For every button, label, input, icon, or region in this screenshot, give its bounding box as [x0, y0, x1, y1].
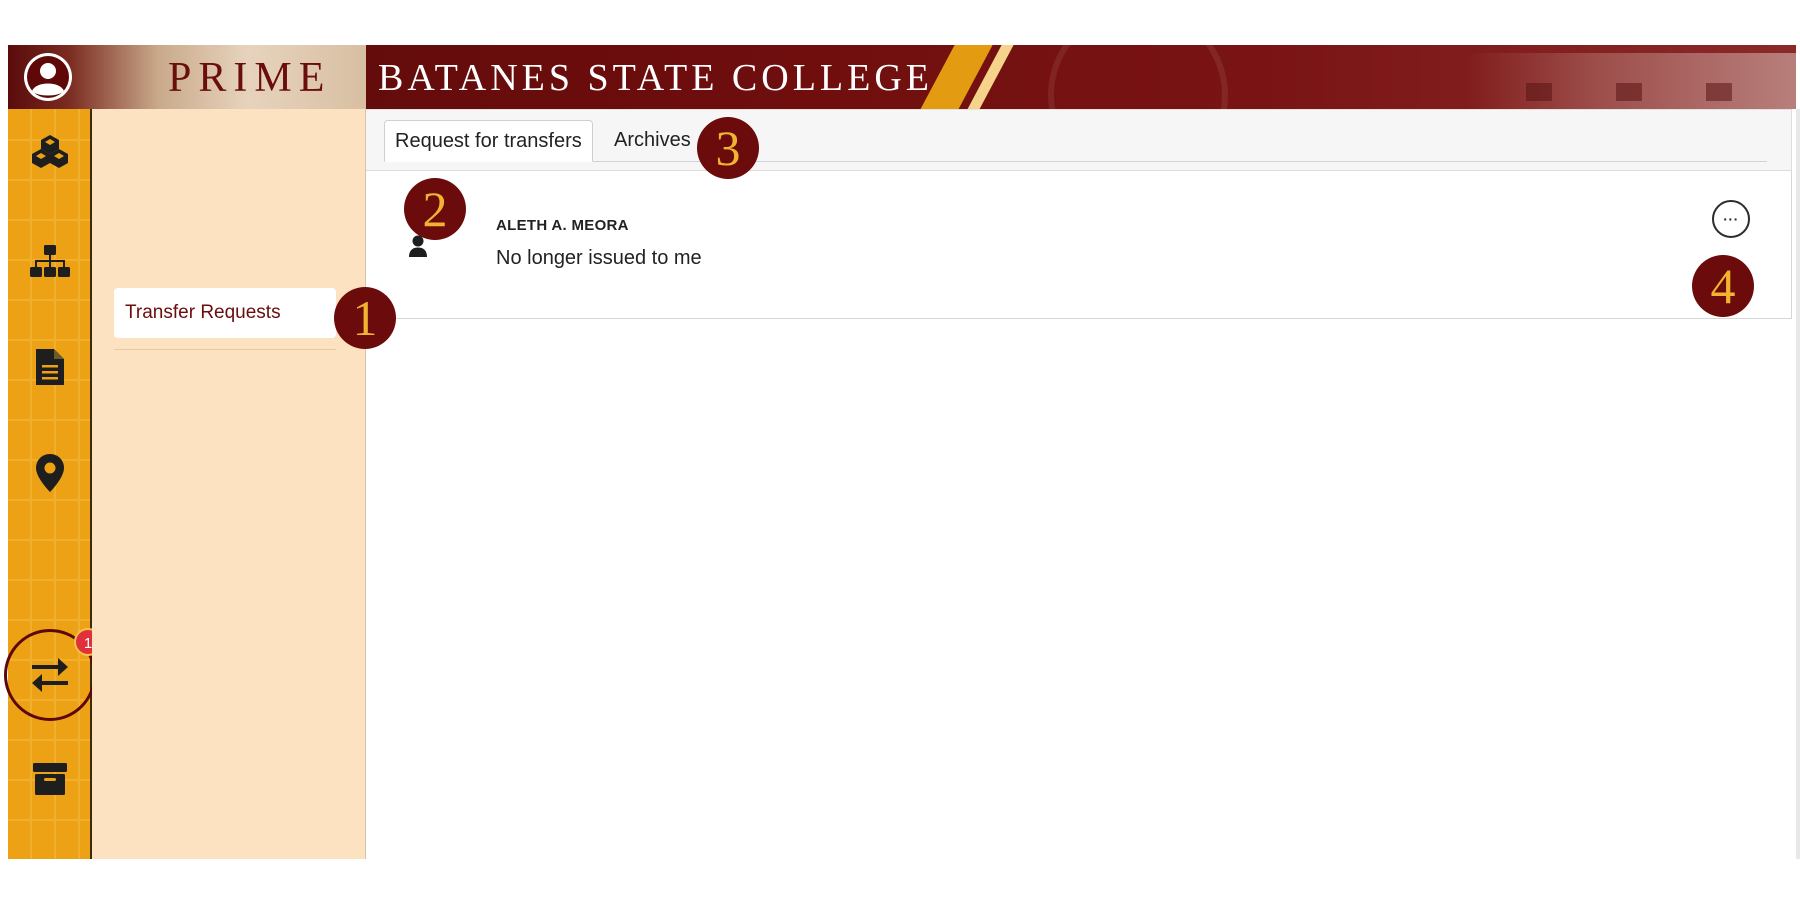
- callout-marker-1: 1: [334, 287, 396, 349]
- callout-marker-4: 4: [1692, 255, 1754, 317]
- school-title: BATANES STATE COLLEGE: [378, 57, 934, 99]
- tab-archives[interactable]: Archives: [604, 120, 701, 162]
- building-window: [1616, 83, 1642, 101]
- ellipsis-icon: ···: [1723, 211, 1739, 227]
- rail-item-organization[interactable]: [20, 231, 80, 291]
- callout-marker-3: 3: [697, 117, 759, 179]
- request-reason: No longer issued to me: [496, 247, 702, 269]
- map-marker-icon: [36, 454, 64, 492]
- transfer-arrows-icon: [30, 657, 70, 693]
- subnav-divider: [114, 349, 336, 350]
- person-icon: [408, 235, 428, 262]
- rail-item-locations[interactable]: [20, 443, 80, 503]
- brand-area: PRIME: [8, 45, 366, 109]
- more-options-button[interactable]: ···: [1712, 200, 1750, 238]
- building-window: [1526, 83, 1552, 101]
- sitemap-icon: [30, 244, 70, 278]
- tabs-bar: Request for transfers Archives: [366, 109, 1792, 171]
- rail-item-documents[interactable]: [20, 337, 80, 397]
- prime-logo[interactable]: PRIME: [168, 55, 331, 101]
- building-window: [1706, 83, 1732, 101]
- secondary-sidebar: Transfer Requests: [92, 109, 366, 859]
- user-avatar-icon[interactable]: [22, 51, 74, 103]
- subnav-item-transfer-requests[interactable]: Transfer Requests: [114, 288, 336, 338]
- icon-rail: 1: [4, 109, 102, 859]
- scrollbar-track[interactable]: [1796, 109, 1800, 859]
- main-content: Request for transfers Archives ALETH A. …: [366, 109, 1796, 859]
- document-icon: [36, 349, 64, 385]
- app-header: PRIME BATANES STATE COLLEGE: [8, 45, 1796, 109]
- archive-box-icon: [33, 763, 67, 795]
- college-seal-watermark: [1048, 45, 1228, 109]
- app-window: PRIME BATANES STATE COLLEGE 1 Transfer R…: [4, 45, 1800, 859]
- transfer-request-card[interactable]: ALETH A. MEORA No longer issued to me ··…: [366, 171, 1792, 319]
- callout-marker-2: 2: [404, 178, 466, 240]
- rail-item-transfers[interactable]: [20, 645, 80, 705]
- campus-building-image: [1466, 53, 1796, 109]
- cubes-icon: [30, 133, 70, 169]
- rail-item-inventory[interactable]: [20, 121, 80, 181]
- tab-request-for-transfers[interactable]: Request for transfers: [384, 120, 593, 162]
- rail-item-archive[interactable]: [20, 749, 80, 809]
- requester-name: ALETH A. MEORA: [496, 217, 629, 234]
